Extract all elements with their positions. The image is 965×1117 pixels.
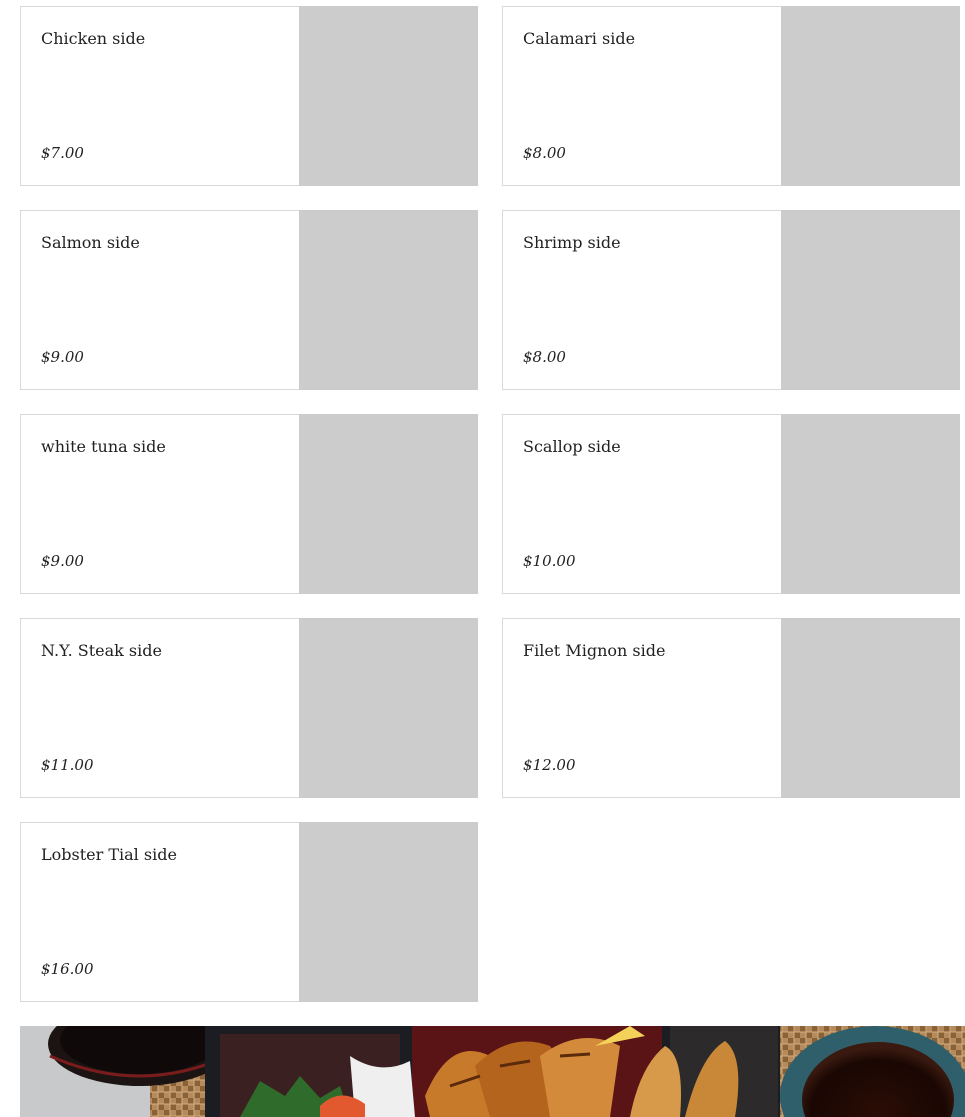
- menu-item-name: Filet Mignon side: [523, 641, 666, 660]
- menu-item-image-placeholder: [299, 210, 478, 390]
- menu-item-price: $11.00: [41, 756, 94, 774]
- menu-item-image-placeholder: [299, 6, 478, 186]
- menu-item-name: Lobster Tial side: [41, 845, 177, 864]
- menu-item-image-placeholder: [299, 618, 478, 798]
- menu-item-price: $12.00: [523, 756, 576, 774]
- menu-item-info: Calamari side $8.00: [503, 7, 781, 185]
- menu-item-card[interactable]: Lobster Tial side $16.00: [20, 822, 478, 1002]
- menu-item-card[interactable]: Filet Mignon side $12.00: [502, 618, 960, 798]
- menu-item-info: Lobster Tial side $16.00: [21, 823, 299, 1001]
- menu-item-name: Shrimp side: [523, 233, 621, 252]
- menu-item-info: Filet Mignon side $12.00: [503, 619, 781, 797]
- food-banner-photo: [20, 1026, 965, 1117]
- menu-item-info: Chicken side $7.00: [21, 7, 299, 185]
- menu-item-card[interactable]: Calamari side $8.00: [502, 6, 960, 186]
- menu-item-name: Chicken side: [41, 29, 146, 48]
- menu-item-info: Scallop side $10.00: [503, 415, 781, 593]
- menu-item-image-placeholder: [781, 618, 960, 798]
- menu-item-price: $8.00: [523, 348, 566, 366]
- menu-item-card[interactable]: Salmon side $9.00: [20, 210, 478, 390]
- menu-item-name: Scallop side: [523, 437, 621, 456]
- menu-item-image-placeholder: [781, 414, 960, 594]
- menu-item-info: N.Y. Steak side $11.00: [21, 619, 299, 797]
- menu-item-info: Salmon side $9.00: [21, 211, 299, 389]
- menu-item-image-placeholder: [781, 6, 960, 186]
- menu-item-card[interactable]: N.Y. Steak side $11.00: [20, 618, 478, 798]
- menu-item-name: Calamari side: [523, 29, 636, 48]
- menu-item-card[interactable]: Shrimp side $8.00: [502, 210, 960, 390]
- menu-item-price: $9.00: [41, 348, 84, 366]
- menu-item-price: $8.00: [523, 144, 566, 162]
- menu-item-price: $16.00: [41, 960, 94, 978]
- menu-item-price: $10.00: [523, 552, 576, 570]
- menu-item-name: white tuna side: [41, 437, 166, 456]
- menu-item-price: $9.00: [41, 552, 84, 570]
- menu-item-name: Salmon side: [41, 233, 140, 252]
- menu-item-info: Shrimp side $8.00: [503, 211, 781, 389]
- menu-item-image-placeholder: [299, 822, 478, 1002]
- menu-item-info: white tuna side $9.00: [21, 415, 299, 593]
- bento-food-illustration: [20, 1026, 965, 1117]
- menu-item-card[interactable]: Scallop side $10.00: [502, 414, 960, 594]
- menu-item-image-placeholder: [781, 210, 960, 390]
- menu-item-card[interactable]: white tuna side $9.00: [20, 414, 478, 594]
- menu-item-card[interactable]: Chicken side $7.00: [20, 6, 478, 186]
- menu-item-image-placeholder: [299, 414, 478, 594]
- menu-item-name: N.Y. Steak side: [41, 641, 162, 660]
- menu-item-price: $7.00: [41, 144, 84, 162]
